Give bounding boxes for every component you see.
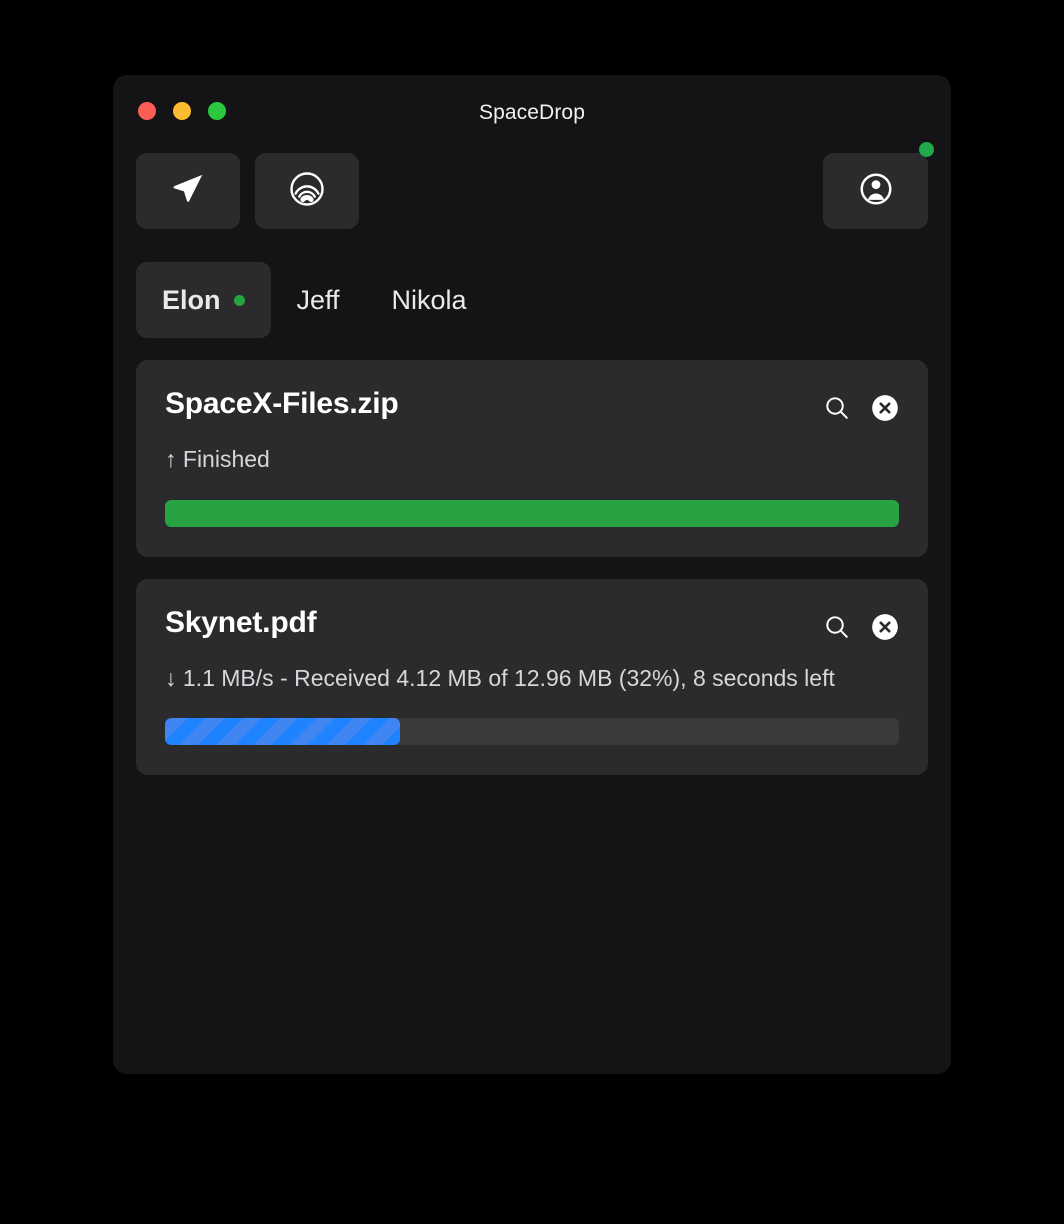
tab-label: Jeff <box>296 284 340 315</box>
peer-online-dot <box>233 294 245 306</box>
tab-jeff[interactable]: Jeff <box>271 262 366 338</box>
profile-button[interactable] <box>823 153 928 229</box>
app-window: SpaceDrop Elon Jeff Nikola SpaceX-Files.… <box>113 75 951 1074</box>
progress-bar <box>165 499 899 527</box>
title-bar: SpaceDrop <box>113 75 951 153</box>
transfer-card-header: Skynet.pdf <box>165 607 899 641</box>
transfer-card-header: SpaceX-Files.zip <box>165 388 899 422</box>
airdrop-button[interactable] <box>255 153 359 229</box>
send-file-button[interactable] <box>136 153 240 229</box>
file-name: SpaceX-Files.zip <box>165 387 399 420</box>
progress-bar <box>165 718 899 746</box>
transfer-card: SpaceX-Files.zip ↑ Finished <box>136 360 928 557</box>
search-icon[interactable] <box>823 613 851 641</box>
transfer-card-actions <box>823 388 899 422</box>
transfer-list: SpaceX-Files.zip ↑ Finished Skynet.pdf ↓… <box>136 360 928 776</box>
tab-label: Elon <box>162 284 221 315</box>
transfer-card: Skynet.pdf ↓ 1.1 MB/s - Received 4.12 MB… <box>136 578 928 776</box>
airdrop-icon <box>287 169 327 214</box>
user-avatar-icon <box>857 170 895 213</box>
progress-fill <box>165 499 899 527</box>
close-icon[interactable] <box>871 613 899 641</box>
file-name: Skynet.pdf <box>165 605 317 639</box>
toolbar <box>136 142 934 235</box>
peer-tabs: Elon Jeff Nikola <box>136 262 928 338</box>
transfer-card-actions <box>823 607 899 641</box>
profile-button-wrapper <box>823 142 934 229</box>
close-icon[interactable] <box>871 394 899 422</box>
progress-fill <box>165 718 400 746</box>
transfer-status: ↑ Finished <box>165 446 270 472</box>
paper-plane-icon <box>170 171 206 212</box>
tab-nikola[interactable]: Nikola <box>366 262 493 338</box>
transfer-status: ↓ 1.1 MB/s - Received 4.12 MB of 12.96 M… <box>165 664 835 691</box>
search-icon[interactable] <box>823 394 851 422</box>
tab-label: Nikola <box>391 284 467 315</box>
tab-elon[interactable]: Elon <box>136 262 271 338</box>
online-status-indicator <box>919 142 934 157</box>
page-title: SpaceDrop <box>479 101 585 124</box>
